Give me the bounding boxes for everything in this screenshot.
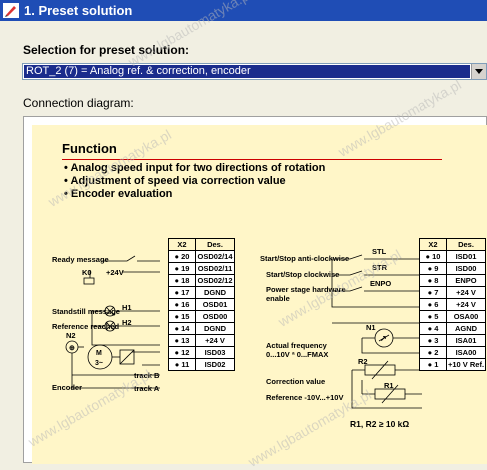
column-header: Des. <box>195 238 235 251</box>
table-row: ● 16 OSD01 <box>168 298 235 311</box>
stl-description: Start/Stop anti-clockwise <box>260 254 350 263</box>
table-row: ● 12 ISD03 <box>168 346 235 359</box>
table-row: ● 5 OSA00 <box>419 310 486 323</box>
h2-label: H2 <box>122 318 132 327</box>
svg-text:↗: ↗ <box>380 334 387 343</box>
table-row: ● 9 ISD00 <box>419 262 486 275</box>
h1-label: H1 <box>122 303 132 312</box>
table-row: ● 7 +24 V <box>419 286 486 299</box>
connection-diagram-label: Connection diagram: <box>23 96 134 110</box>
table-row: ● 6 +24 V <box>419 298 486 311</box>
table-row: ● 18 OSD02/12 <box>168 274 235 287</box>
svg-text:⊕: ⊕ <box>69 345 75 352</box>
ready-message-label: Ready message <box>52 255 109 264</box>
column-header: X2 <box>168 238 196 251</box>
standstill-message-label: Standstill message <box>52 307 120 316</box>
r1-label: R1 <box>384 381 394 390</box>
reference-label: Reference -10V...+10V <box>266 393 344 402</box>
table-row: ● 1 +10 V Ref. <box>419 358 486 371</box>
edit-pencil-icon <box>3 3 19 18</box>
resistor-note: R1, R2 ≥ 10 kΩ <box>350 419 410 429</box>
table-row: ● 20 OSD02/14 <box>168 250 235 263</box>
actual-frequency-range: 0...10V ª 0...FMAX <box>266 350 329 359</box>
r2-label: R2 <box>358 357 368 366</box>
str-description: Start/Stop clockwise <box>266 270 340 279</box>
n2-label: N2 <box>66 331 76 340</box>
plus24v-label: +24V <box>106 268 124 277</box>
table-row: ● 15 OSD00 <box>168 310 235 323</box>
table-row: ● 2 ISA00 <box>419 346 486 359</box>
table-row: ● 10 ISD01 <box>419 250 486 263</box>
n1-label: N1 <box>366 323 376 332</box>
dropdown-button[interactable] <box>471 64 486 79</box>
table-row: ● 13 +24 V <box>168 334 235 347</box>
right-terminal-table: X2 Des. ● 10 ISD01 ● 9 ISD00 ● 8 ENPO ● 7 +24… <box>419 238 486 371</box>
correction-value-label: Correction value <box>266 377 326 386</box>
window-title: 1. Preset solution <box>24 3 133 18</box>
reference-reached-label: Reference reached <box>52 322 120 331</box>
preset-solution-value: ROT_2 (7) = Analog ref. & correction, en… <box>24 65 470 78</box>
svg-text:M: M <box>96 350 102 357</box>
column-header: X2 <box>419 238 447 251</box>
actual-frequency-label: Actual frequency <box>266 341 327 350</box>
k0-label: K0 <box>82 268 92 277</box>
enpo-label: ENPO <box>370 279 392 288</box>
chevron-down-icon <box>475 69 483 74</box>
svg-text:3~: 3~ <box>95 360 103 367</box>
table-row: ● 4 AGND <box>419 322 486 335</box>
column-header: Des. <box>446 238 486 251</box>
enpo-description-2: enable <box>266 294 290 303</box>
table-row: ● 3 ISA01 <box>419 334 486 347</box>
table-row: ● 19 OSD02/11 <box>168 262 235 275</box>
encoder-label: Encoder <box>52 383 83 392</box>
preset-solution-dropdown[interactable]: ROT_2 (7) = Analog ref. & correction, en… <box>22 63 487 80</box>
left-terminal-table: X2 Des. ● 20 OSD02/14 ● 19 OSD02/11 ● 18 OSD… <box>168 238 235 371</box>
table-row: ● 11 ISD02 <box>168 358 235 371</box>
table-row: ● 17 DGND <box>168 286 235 299</box>
table-row: ● 14 DGND <box>168 322 235 335</box>
table-row: ● 8 ENPO <box>419 274 486 287</box>
